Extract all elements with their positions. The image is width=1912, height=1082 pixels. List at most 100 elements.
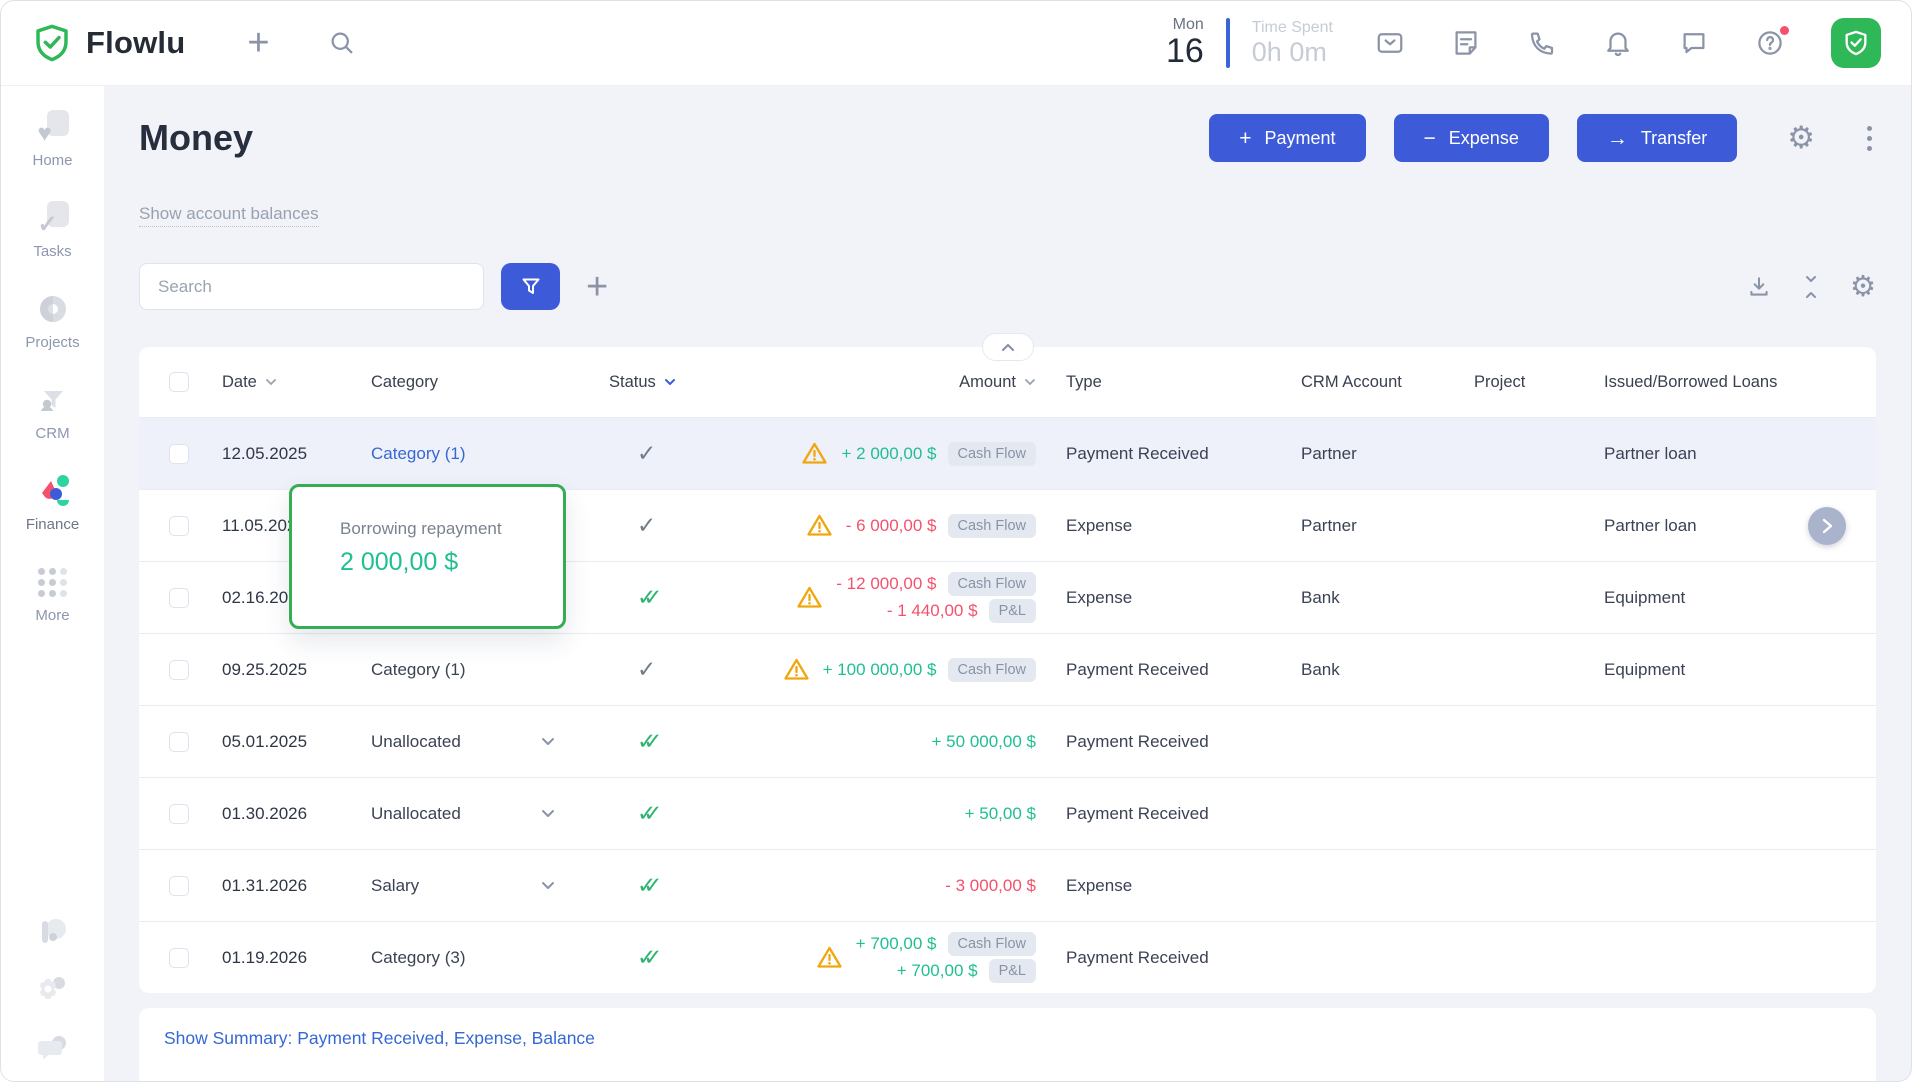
category-cell: Category (1): [371, 444, 589, 464]
support-p-icon[interactable]: [36, 915, 70, 949]
create-plus-icon[interactable]: +: [247, 24, 269, 62]
table-row[interactable]: 01.30.2026Unallocated✓✓+ 50,00 $Payment …: [139, 777, 1876, 849]
category-label: Category (1): [371, 660, 465, 680]
sidebar-label: Finance: [26, 516, 79, 533]
amount-value: - 3 000,00 $: [945, 876, 1036, 896]
table-settings-gear-icon[interactable]: ⚙: [1850, 269, 1876, 304]
type-cell: Expense: [1044, 516, 1279, 536]
table-row[interactable]: 01.19.2026Category (3)✓✓+ 700,00 $Cash F…: [139, 921, 1876, 993]
amount-value: + 100 000,00 $: [823, 660, 937, 680]
row-expand-chevron-button[interactable]: [1808, 507, 1846, 545]
time-spent-label: Time Spent: [1252, 18, 1333, 37]
expense-button[interactable]: − Expense: [1394, 114, 1549, 162]
sidebar-item-home[interactable]: ♥ Home: [1, 108, 104, 169]
bell-icon[interactable]: [1603, 28, 1633, 58]
amount-value: + 50 000,00 $: [932, 732, 1036, 752]
category-link[interactable]: Category (1): [371, 444, 465, 464]
kebab-menu-icon[interactable]: [1863, 122, 1876, 155]
flowlu-logo[interactable]: Flowlu: [31, 21, 185, 65]
sidebar-item-finance[interactable]: Finance: [1, 472, 104, 533]
amount-badge: Cash Flow: [948, 514, 1037, 538]
filter-funnel-icon: [519, 275, 543, 299]
show-account-balances-link[interactable]: Show account balances: [139, 204, 319, 227]
amount-value: + 700,00 $: [856, 934, 937, 954]
crm-account-cell: Partner: [1279, 516, 1459, 536]
collapse-rows-icon[interactable]: [1800, 274, 1822, 300]
avatar-shield-icon[interactable]: [1831, 18, 1881, 68]
help-icon[interactable]: [1755, 28, 1785, 58]
payment-button-label: Payment: [1264, 128, 1335, 149]
column-loans[interactable]: Issued/Borrowed Loans: [1589, 373, 1876, 392]
row-checkbox[interactable]: [169, 732, 189, 752]
money-settings-gear-icon[interactable]: ⚙: [1787, 120, 1815, 156]
column-project[interactable]: Project: [1459, 373, 1589, 392]
phone-icon[interactable]: [1527, 28, 1557, 58]
sidebar-item-crm[interactable]: CRM: [1, 381, 104, 442]
amount-value: - 12 000,00 $: [836, 574, 936, 594]
select-all-checkbox[interactable]: [169, 372, 189, 392]
warning-triangle-icon: [806, 513, 833, 538]
chevron-down-icon[interactable]: [541, 881, 555, 890]
row-checkbox[interactable]: [169, 444, 189, 464]
tooltip-value: 2 000,00 $: [340, 548, 543, 577]
status-cell: ✓✓: [589, 728, 779, 755]
category-cell: Category (1): [371, 660, 589, 680]
date-cell: 09.25.2025: [222, 660, 371, 680]
feedback-chat-icon[interactable]: [36, 1031, 70, 1065]
crm-account-cell: Partner: [1279, 444, 1459, 464]
table-row[interactable]: 12.05.2025Category (1)✓+ 2 000,00 $Cash …: [139, 417, 1876, 489]
status-cell: ✓✓: [589, 872, 779, 899]
transfer-button[interactable]: → Transfer: [1577, 114, 1737, 162]
calendar-date[interactable]: Mon 16: [1166, 16, 1204, 69]
date-cell: 12.05.2025: [222, 444, 371, 464]
row-checkbox[interactable]: [169, 948, 189, 968]
column-date[interactable]: Date: [222, 373, 371, 392]
column-type[interactable]: Type: [1044, 373, 1279, 392]
chevron-down-icon[interactable]: [541, 737, 555, 746]
payment-button[interactable]: + Payment: [1209, 114, 1365, 162]
search-input[interactable]: [139, 263, 484, 310]
sidebar-item-tasks[interactable]: ✓ Tasks: [1, 199, 104, 260]
sidebar-item-projects[interactable]: Projects: [1, 290, 104, 351]
notes-icon[interactable]: [1451, 28, 1481, 58]
double-check-icon: ✓✓: [637, 872, 663, 899]
add-filter-plus-icon[interactable]: +: [586, 268, 608, 306]
mail-icon[interactable]: [1375, 28, 1405, 58]
minus-icon: −: [1424, 128, 1436, 149]
table-row[interactable]: 01.31.2026Salary✓✓- 3 000,00 $Expense: [139, 849, 1876, 921]
chat-icon[interactable]: [1679, 28, 1709, 58]
download-icon[interactable]: [1746, 274, 1772, 300]
row-checkbox[interactable]: [169, 660, 189, 680]
column-category[interactable]: Category: [371, 373, 589, 392]
row-checkbox[interactable]: [169, 588, 189, 608]
column-amount[interactable]: Amount: [779, 373, 1044, 392]
amount-badge: Cash Flow: [948, 572, 1037, 596]
collapse-table-pill[interactable]: [982, 333, 1034, 361]
date-cell: 01.30.2026: [222, 804, 371, 824]
show-summary-link[interactable]: Show Summary: Payment Received, Expense,…: [164, 1028, 595, 1048]
table-row[interactable]: 05.01.2025Unallocated✓✓+ 50 000,00 $Paym…: [139, 705, 1876, 777]
filter-button[interactable]: [501, 263, 560, 310]
table-row[interactable]: 09.25.2025Category (1)✓+ 100 000,00 $Cas…: [139, 633, 1876, 705]
status-cell: ✓: [589, 512, 779, 539]
row-checkbox[interactable]: [169, 876, 189, 896]
row-checkbox[interactable]: [169, 516, 189, 536]
amount-badge: P&L: [989, 599, 1036, 623]
category-label: Category (3): [371, 948, 465, 968]
sidebar-item-more[interactable]: More: [1, 563, 104, 624]
column-status[interactable]: Status: [589, 373, 779, 392]
settings-gear-icon[interactable]: [36, 973, 70, 1007]
column-crm-account[interactable]: CRM Account: [1279, 373, 1459, 392]
transfer-button-label: Transfer: [1641, 128, 1707, 149]
warning-triangle-icon: [796, 585, 823, 610]
search-icon[interactable]: [328, 29, 356, 57]
type-cell: Payment Received: [1044, 948, 1279, 968]
warning-triangle-icon: [783, 657, 810, 682]
time-spent[interactable]: Time Spent 0h 0m: [1252, 18, 1333, 68]
single-check-icon: ✓: [637, 512, 656, 539]
amount-badge: Cash Flow: [948, 442, 1037, 466]
crm-account-cell: Bank: [1279, 660, 1459, 680]
chevron-down-icon[interactable]: [541, 809, 555, 818]
row-checkbox[interactable]: [169, 804, 189, 824]
finance-icon: [34, 472, 72, 510]
